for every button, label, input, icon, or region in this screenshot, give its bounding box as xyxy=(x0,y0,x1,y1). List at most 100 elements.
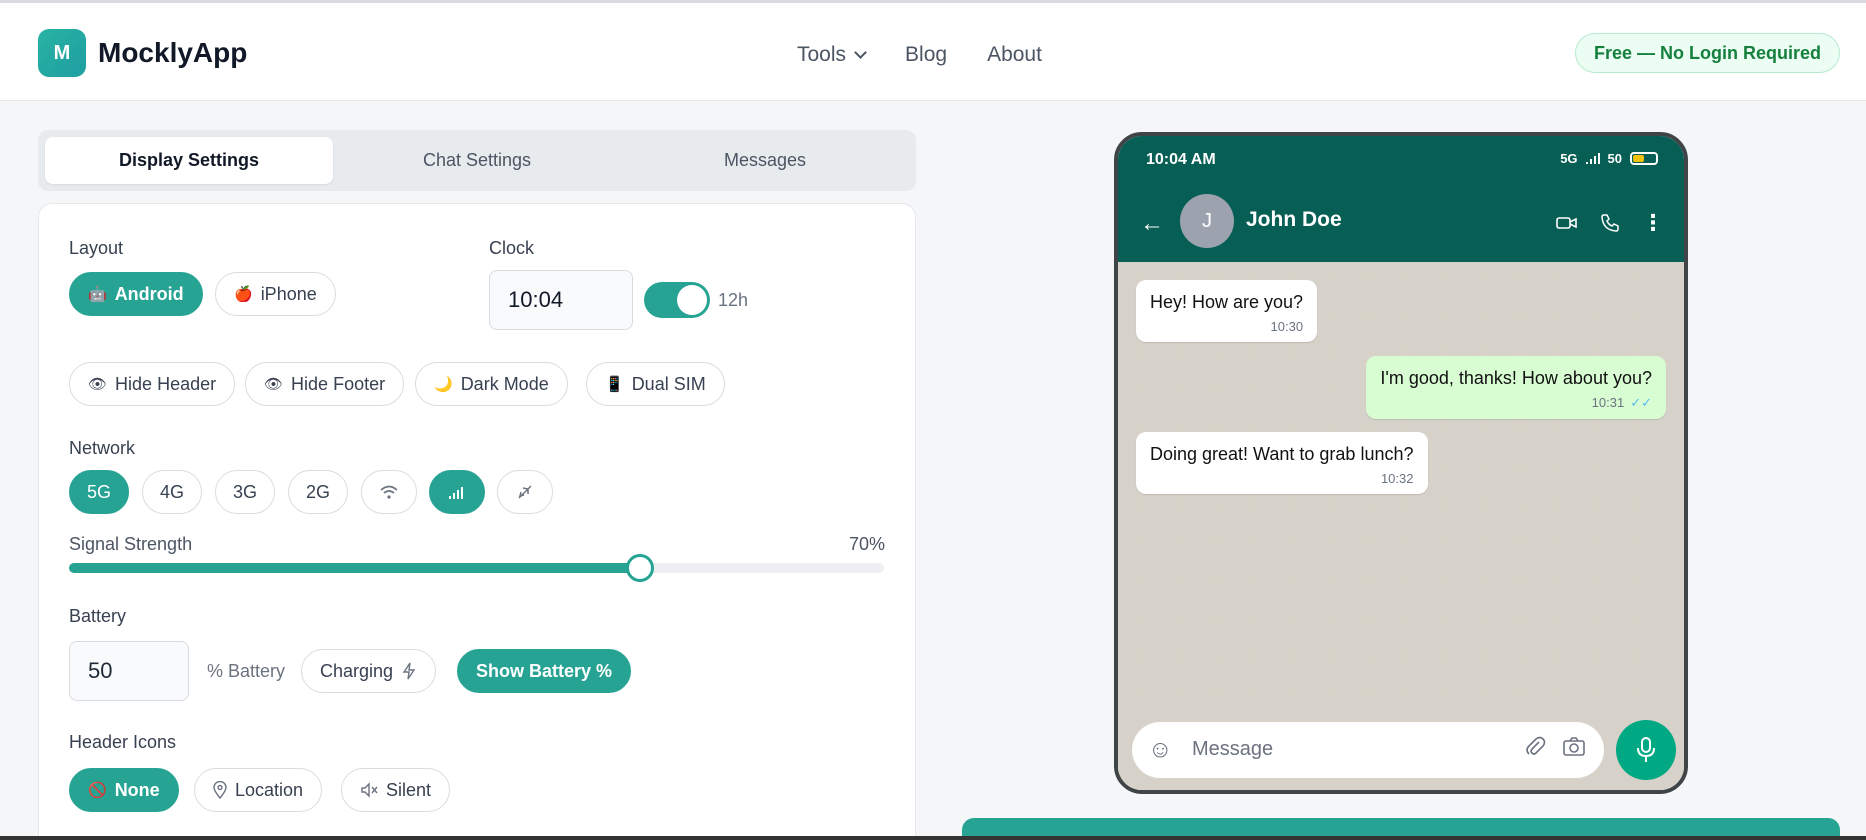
header-icon-none-button[interactable]: 🚫 None xyxy=(69,768,179,812)
dual-sim-button[interactable]: 📱 Dual SIM xyxy=(586,362,725,406)
wallpaper-plus: + xyxy=(1324,302,1337,327)
wallpaper-plus: + xyxy=(1210,492,1223,517)
tab-display-settings[interactable]: Display Settings xyxy=(45,137,333,184)
location-label: Location xyxy=(235,779,304,800)
airplane-icon xyxy=(518,485,532,499)
app-logo[interactable]: M xyxy=(38,29,86,77)
wallpaper-plus: + xyxy=(1476,416,1489,441)
lightning-icon xyxy=(402,662,416,680)
clock-12h-toggle[interactable] xyxy=(644,282,710,318)
network-2g-button[interactable]: 2G xyxy=(288,470,348,514)
wallpaper-plus: + xyxy=(1514,454,1527,479)
hide-footer-label: Hide Footer xyxy=(291,373,386,394)
wallpaper-plus: + xyxy=(1590,644,1603,669)
hide-footer-button[interactable]: 👁 Hide Footer xyxy=(245,362,405,406)
wallpaper-plus: + xyxy=(1438,302,1451,327)
camera-icon[interactable] xyxy=(1562,736,1586,758)
nav-blog[interactable]: Blog xyxy=(905,43,947,67)
wifi-button[interactable] xyxy=(361,470,417,514)
message-bubble-outgoing[interactable]: I'm good, thanks! How about you? 10:31 ✓✓ xyxy=(1366,356,1666,419)
airplane-mode-button[interactable] xyxy=(497,470,553,514)
wallpaper-plus: + xyxy=(1438,264,1451,289)
wallpaper-plus: + xyxy=(1172,644,1185,669)
charging-button[interactable]: Charging xyxy=(301,649,437,693)
message-meta: 10:31 ✓✓ xyxy=(1380,395,1652,411)
network-4g-button[interactable]: 4G xyxy=(142,470,202,514)
status-right: 5G 50 xyxy=(1560,151,1658,166)
location-pin-icon xyxy=(213,781,227,799)
message-bubble-incoming[interactable]: Doing great! Want to grab lunch? 10:32 xyxy=(1136,432,1428,494)
cellular-button[interactable] xyxy=(429,470,485,514)
wallpaper-plus: + xyxy=(1248,568,1261,593)
wallpaper-plus: + xyxy=(1210,568,1223,593)
emoji-icon[interactable]: ☺ xyxy=(1148,736,1173,764)
wallpaper-plus: + xyxy=(1324,340,1337,365)
avatar[interactable]: J xyxy=(1180,194,1234,248)
wallpaper-plus: + xyxy=(1628,530,1641,555)
eye-icon: 👁 xyxy=(264,376,284,393)
wallpaper-plus: + xyxy=(1552,568,1565,593)
nav-links: Tools Blog About xyxy=(797,43,1082,67)
layout-android-button[interactable]: 🤖 Android xyxy=(69,272,203,316)
wallpaper-plus: + xyxy=(1362,264,1375,289)
dark-mode-button[interactable]: 🌙 Dark Mode xyxy=(415,362,568,406)
more-options-icon[interactable]: ⋮ xyxy=(1642,210,1664,236)
network-3g-button[interactable]: 3G xyxy=(215,470,275,514)
header-icon-silent-button[interactable]: Silent xyxy=(341,768,451,812)
tab-chat-settings[interactable]: Chat Settings xyxy=(333,137,621,184)
message-input-bar[interactable]: ☺ Message xyxy=(1132,722,1604,778)
none-label: None xyxy=(114,779,160,800)
wallpaper-plus: + xyxy=(1628,606,1641,631)
signal-strength-slider[interactable] xyxy=(69,554,884,582)
hide-header-button[interactable]: 👁 Hide Header xyxy=(69,362,236,406)
eye-icon: 👁 xyxy=(88,376,108,393)
wallpaper-plus: + xyxy=(1590,416,1603,441)
wallpaper-plus: + xyxy=(1476,606,1489,631)
wallpaper-plus: + xyxy=(1514,568,1527,593)
wallpaper-plus: + xyxy=(1590,302,1603,327)
wallpaper-plus: + xyxy=(1324,644,1337,669)
wallpaper-plus: + xyxy=(1248,606,1261,631)
wallpaper-plus: + xyxy=(1514,264,1527,289)
battery-icon xyxy=(1630,152,1658,165)
contact-name[interactable]: John Doe xyxy=(1246,208,1342,232)
battery-input[interactable]: 50 xyxy=(69,641,189,701)
show-battery-percent-button[interactable]: Show Battery % xyxy=(457,649,632,693)
wallpaper-plus: + xyxy=(1362,530,1375,555)
network-5g-button[interactable]: 5G xyxy=(69,470,129,514)
wallpaper-plus: + xyxy=(1362,492,1375,517)
wallpaper-plus: + xyxy=(1248,492,1261,517)
android-robot-icon: 🤖 xyxy=(88,286,107,303)
wallpaper-plus: + xyxy=(1324,378,1337,403)
nav-about[interactable]: About xyxy=(987,43,1042,67)
header-icon-location-button[interactable]: Location xyxy=(194,768,323,812)
microphone-icon xyxy=(1637,737,1655,762)
wallpaper-plus: + xyxy=(1514,644,1527,669)
slider-thumb[interactable] xyxy=(625,554,654,582)
back-arrow-icon[interactable]: ← xyxy=(1140,210,1164,238)
microphone-button[interactable] xyxy=(1616,720,1676,780)
message-input-placeholder[interactable]: Message xyxy=(1192,738,1273,761)
toggle-knob xyxy=(677,285,707,315)
wallpaper-plus: + xyxy=(1134,340,1147,365)
wallpaper-plus: + xyxy=(1362,644,1375,669)
logo-letter: M xyxy=(53,41,71,64)
wallpaper-plus: + xyxy=(1172,340,1185,365)
nav-tools[interactable]: Tools xyxy=(797,43,867,67)
wallpaper-plus: + xyxy=(1172,682,1185,707)
wallpaper-plus: + xyxy=(1134,568,1147,593)
paperclip-icon[interactable] xyxy=(1524,736,1546,758)
wallpaper-plus: + xyxy=(1210,682,1223,707)
message-bubble-incoming[interactable]: Hey! How are you? 10:30 xyxy=(1136,280,1318,342)
phone-call-icon[interactable] xyxy=(1600,213,1620,233)
wallpaper-plus: + xyxy=(1362,568,1375,593)
video-call-icon[interactable] xyxy=(1556,215,1578,231)
wallpaper-plus: + xyxy=(1400,568,1413,593)
wallpaper-plus: + xyxy=(1286,530,1299,555)
layout-iphone-button[interactable]: 🍎 iPhone xyxy=(215,272,336,316)
app-name[interactable]: MocklyApp xyxy=(98,37,247,69)
wallpaper-plus: + xyxy=(1476,454,1489,479)
clock-time-input[interactable]: 10:04 xyxy=(489,270,633,330)
tab-messages[interactable]: Messages xyxy=(621,137,909,184)
wallpaper-plus: + xyxy=(1400,606,1413,631)
